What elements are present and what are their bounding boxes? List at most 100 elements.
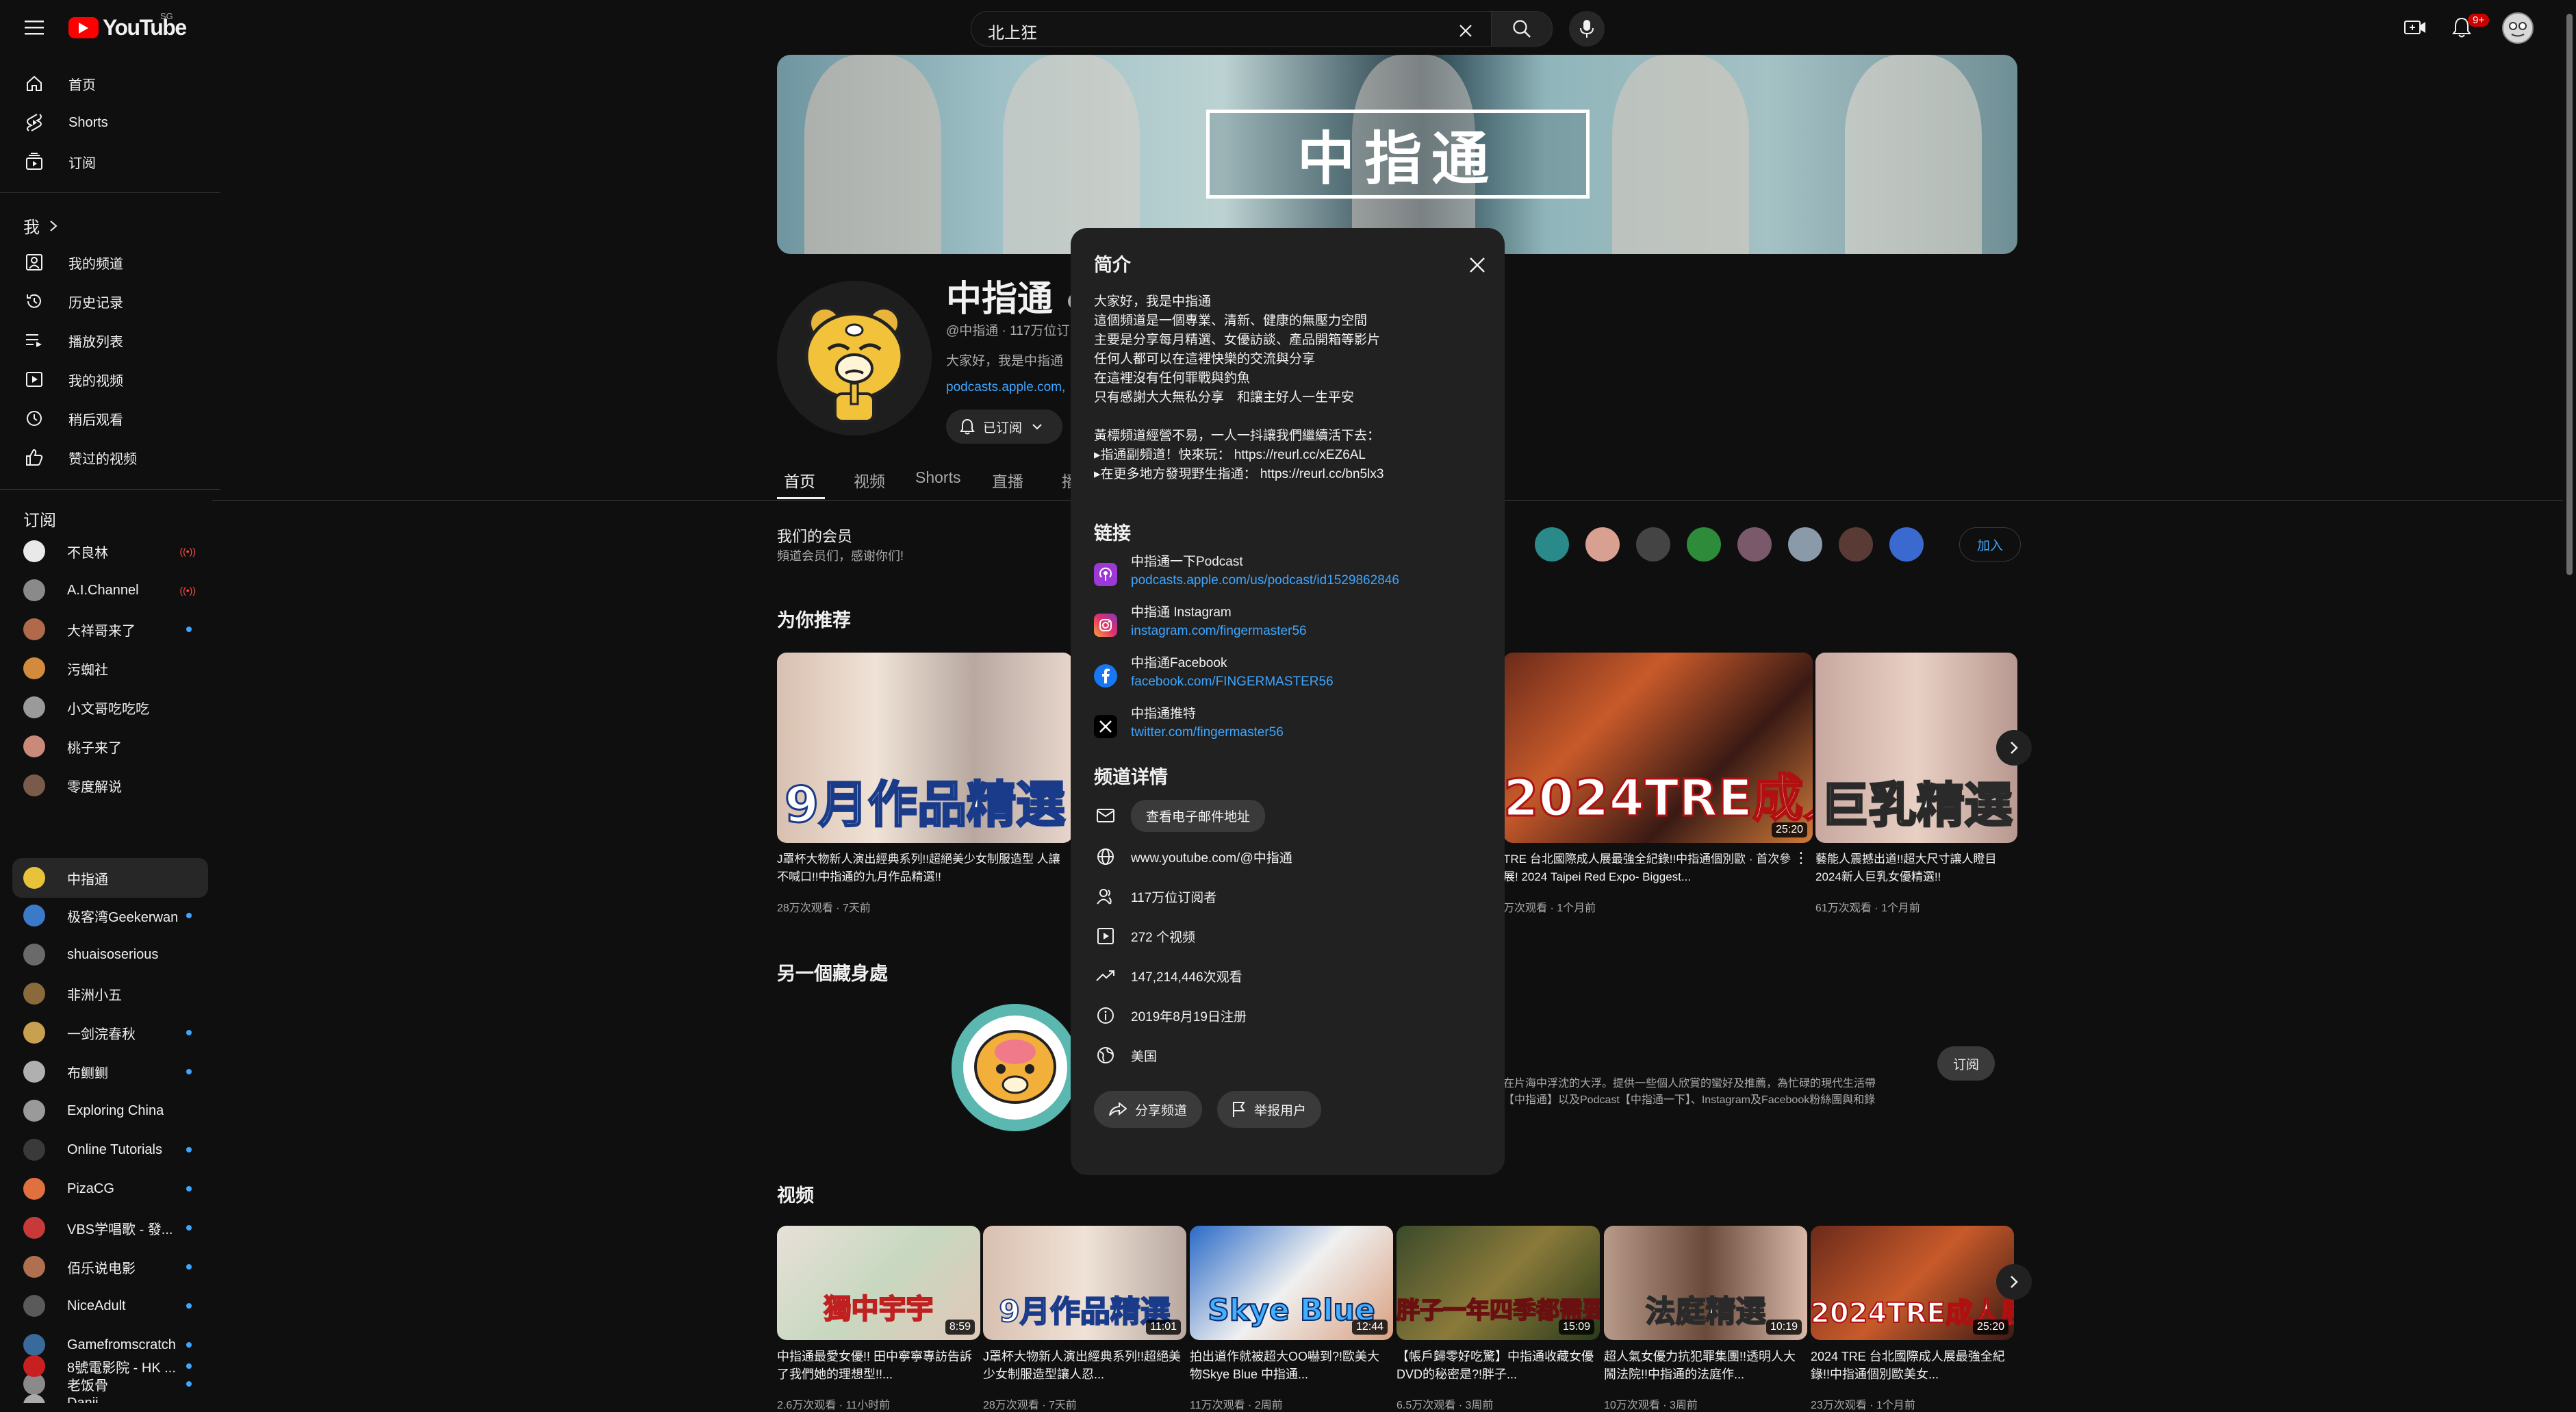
video-title[interactable]: J罩杯大物新人演出經典系列!!超絕美少女制服造型讓人忍...	[983, 1348, 1182, 1383]
link-facebook[interactable]: 中指通Facebook facebook.com/FINGERMASTER56	[1094, 653, 1484, 701]
sidebar-item-playlists[interactable]: 播放列表	[12, 323, 208, 358]
search-input[interactable]: 北上狂	[971, 11, 1492, 47]
video-title[interactable]: 2024 TRE 台北國際成人展最強全紀錄!!中指通個別歐美女...	[1811, 1348, 2009, 1383]
video-title[interactable]: 【帳戶歸零好吃驚】中指通收藏女優DVD的秘密是?!胖子...	[1397, 1348, 1595, 1383]
sidebar-item-home[interactable]: 首页	[12, 66, 208, 101]
account-avatar[interactable]	[2502, 12, 2534, 44]
sidebar-sub-item[interactable]: A.I.Channel ((•))	[12, 572, 208, 608]
sidebar-sub-item[interactable]: 不良林 ((•))	[12, 533, 208, 569]
video-meta: 23万次观看 · 1个月前	[1811, 1400, 1915, 1411]
more-options-icon[interactable]: ⋮	[1794, 849, 1809, 867]
sidebar-sub-item[interactable]: shuaisoserious	[12, 937, 208, 972]
search-button[interactable]	[1491, 11, 1553, 47]
link-url[interactable]: podcasts.apple.com/us/podcast/id15298628…	[1131, 573, 1399, 588]
member-avatar[interactable]	[1585, 527, 1620, 562]
video-title[interactable]: J罩杯大物新人演出經典系列!!超絕美少女制服造型 人讓不喊口!!中指通的九月作品…	[777, 850, 1071, 886]
sidebar-sub-item[interactable]: 非洲小五	[12, 976, 208, 1011]
sidebar-sub-item[interactable]: NiceAdult	[12, 1288, 208, 1324]
link-podcast[interactable]: 中指通一下Podcast podcasts.apple.com/us/podca…	[1094, 551, 1484, 599]
channel-url[interactable]: www.youtube.com/@中指通	[1131, 848, 1292, 866]
sidebar-sub-item[interactable]: 极客湾Geekerwan	[12, 898, 208, 933]
link-x[interactable]: 中指通推特 twitter.com/fingermaster56	[1094, 703, 1484, 751]
sidebar-sub-item-active[interactable]: 中指通	[12, 858, 208, 898]
report-user-button[interactable]: 举报用户	[1217, 1091, 1322, 1128]
video-thumbnail[interactable]: Skye Blue 12:44	[1190, 1226, 1393, 1340]
sidebar-item-my-videos[interactable]: 我的视频	[12, 362, 208, 397]
sidebar-item-label: A.I.Channel	[67, 582, 139, 598]
sidebar-item-shorts[interactable]: Shorts	[12, 105, 208, 140]
close-icon[interactable]	[1461, 249, 1494, 281]
join-button[interactable]: 加入	[1959, 527, 2021, 562]
video-thumbnail[interactable]: 9月作品精選 11:01	[983, 1226, 1186, 1340]
member-avatar[interactable]	[1839, 527, 1873, 562]
link-instagram[interactable]: 中指通 Instagram instagram.com/fingermaster…	[1094, 602, 1484, 650]
clear-search-icon[interactable]	[1449, 14, 1482, 47]
view-email-button[interactable]: 查看电子邮件地址	[1131, 799, 1266, 832]
videos-carousel-next-button[interactable]	[1996, 1264, 2032, 1300]
subscribed-button[interactable]: 已订阅	[946, 409, 1062, 444]
sidebar-item-history[interactable]: 历史记录	[12, 283, 208, 319]
member-avatar[interactable]	[1737, 527, 1772, 562]
sidebar-sub-item[interactable]: 小文哥吃吃吃	[12, 690, 208, 725]
featured-subscribe-button[interactable]: 订阅	[1937, 1046, 1995, 1081]
channel-external-link[interactable]: podcasts.apple.com,	[946, 380, 1065, 395]
sidebar-sub-item[interactable]: 佰乐说电影	[12, 1249, 208, 1285]
tab-home[interactable]: 首页	[784, 468, 815, 492]
sidebar-sub-item[interactable]: 污蜘社	[12, 651, 208, 686]
video-thumbnail[interactable]: 獨中宇宇 8:59	[777, 1226, 980, 1340]
link-url[interactable]: instagram.com/fingermaster56	[1131, 624, 1307, 639]
sidebar-item-label: 小文哥吃吃吃	[67, 701, 149, 717]
video-title[interactable]: 藝能人震撼出道!!超大尺寸讓人瞪目 2024新人巨乳女優精選!!	[1815, 850, 2014, 886]
sidebar-sub-item[interactable]: 桃子来了	[12, 729, 208, 764]
link-url[interactable]: facebook.com/FINGERMASTER56	[1131, 675, 1334, 690]
about-description-line[interactable]: ▸在更多地方發現野生指通： https://reurl.cc/bn5lx3	[1094, 464, 1383, 482]
sidebar-sub-item[interactable]: VBS学唱歌 - 發...	[12, 1210, 208, 1246]
page-scrollbar-thumb[interactable]	[2566, 14, 2573, 575]
sidebar-sub-item[interactable]: PizaCG	[12, 1171, 208, 1207]
tab-videos[interactable]: 视频	[854, 468, 885, 492]
video-thumbnail[interactable]: 2024TRE成人展 25:20	[1811, 1226, 2014, 1340]
create-video-icon[interactable]	[2399, 11, 2432, 44]
video-thumbnail[interactable]: 2024TRE成人展 25:20	[1503, 653, 1813, 843]
channel-short-description[interactable]: 大家好，我是中指通	[946, 351, 1063, 369]
member-avatar[interactable]	[1636, 527, 1670, 562]
carousel-next-button[interactable]	[1996, 730, 2032, 766]
about-description-line[interactable]: ▸指通副頻道！快來玩： https://reurl.cc/xEZ6AL	[1094, 444, 1366, 463]
sidebar-sub-item[interactable]: 大祥哥来了	[12, 612, 208, 647]
sidebar-item-watch-later[interactable]: 稍后观看	[12, 401, 208, 436]
sidebar-sub-item[interactable]: Exploring China	[12, 1093, 208, 1129]
youtube-logo[interactable]: YouTube SG	[68, 11, 187, 40]
link-url[interactable]: twitter.com/fingermaster56	[1131, 725, 1284, 740]
video-title[interactable]: 超人氣女優力抗犯罪集團!!透明人大鬧法院!!中指通的法庭作...	[1604, 1348, 1802, 1383]
member-avatar[interactable]	[1687, 527, 1721, 562]
sidebar-you-header[interactable]: 我	[23, 214, 58, 238]
video-thumbnail[interactable]: 巨乳精選	[1815, 653, 2017, 843]
video-thumbnail[interactable]: 胖子一年四季都需要 15:09	[1397, 1226, 1600, 1340]
sidebar-sub-item[interactable]: Online Tutorials	[12, 1132, 208, 1168]
video-title[interactable]: 中指通最愛女優!! 田中寧寧專訪告訴了我們她的理想型!!...	[777, 1348, 975, 1383]
video-title[interactable]: TRE 台北國際成人展最強全紀錄!!中指通個別歐 · 首次參展! 2024 Ta…	[1503, 850, 1798, 886]
sidebar-sub-item[interactable]: 零度解说	[12, 768, 208, 803]
member-avatar[interactable]	[1889, 527, 1924, 562]
featured-channel-description-line: 【中指通】以及Podcast【中指通一下】、Instagram及Facebook…	[1503, 1094, 1876, 1106]
member-avatar[interactable]	[1535, 527, 1569, 562]
video-title[interactable]: 拍出道作就被超大OO嚇到?!歐美大物Skye Blue 中指通...	[1190, 1348, 1388, 1383]
trending-icon	[1094, 970, 1117, 982]
member-avatar[interactable]	[1788, 527, 1822, 562]
sidebar-sub-item[interactable]: 一剑浣春秋	[12, 1015, 208, 1050]
sidebar-item-my-channel[interactable]: 我的频道	[12, 244, 208, 280]
share-channel-button[interactable]: 分享频道	[1094, 1091, 1203, 1128]
tab-shorts[interactable]: Shorts	[915, 468, 960, 487]
sidebar-item-liked-videos[interactable]: 赞过的视频	[12, 440, 208, 475]
tab-live[interactable]: 直播	[992, 468, 1023, 492]
sidebar-sub-item[interactable]: 布鲗鲗	[12, 1054, 208, 1089]
sidebar-sub-item[interactable]: 8號電影院 - HK ...	[12, 1348, 208, 1384]
channel-avatar-large[interactable]	[777, 281, 932, 436]
sidebar-item-subscriptions[interactable]: 订阅	[12, 144, 208, 179]
featured-channel-avatar[interactable]	[952, 1004, 1079, 1131]
voice-search-button[interactable]	[1569, 11, 1605, 47]
sidebar-sub-item[interactable]: Danji	[12, 1387, 208, 1403]
menu-icon[interactable]	[18, 11, 51, 44]
video-thumbnail[interactable]: 法庭精選 10:19	[1604, 1226, 1807, 1340]
video-thumbnail[interactable]: 9月作品精選	[777, 653, 1073, 843]
